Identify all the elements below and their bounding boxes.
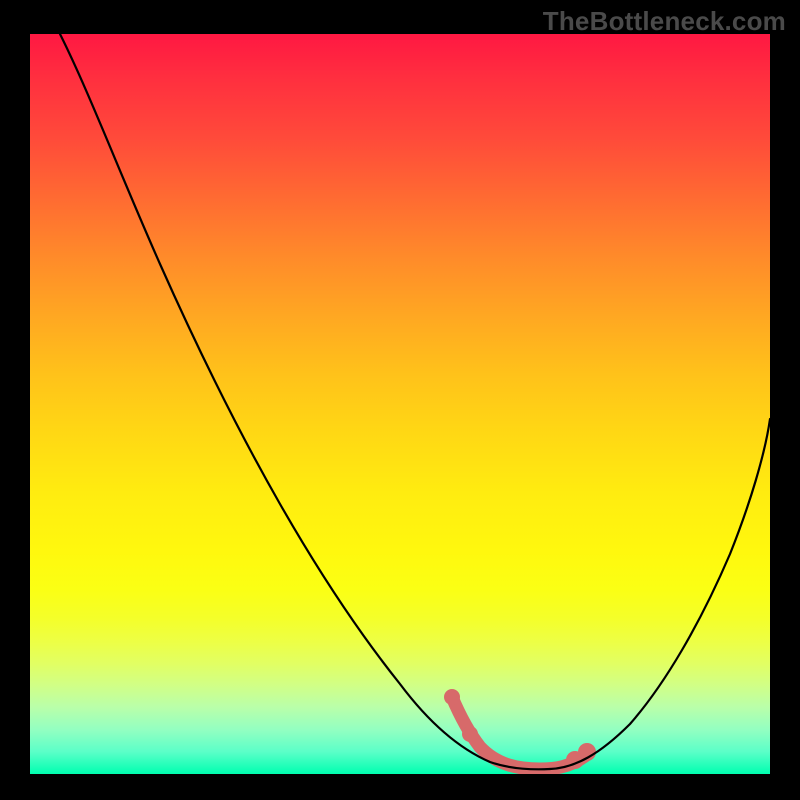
highlight-dot: [578, 743, 596, 761]
chart-stage: TheBottleneck.com: [0, 0, 800, 800]
watermark-text: TheBottleneck.com: [543, 6, 786, 37]
highlight-dot: [462, 726, 478, 742]
highlight-dot: [444, 689, 460, 705]
highlight-dot: [566, 751, 584, 769]
highlight-band: [452, 697, 585, 769]
bottleneck-curve: [30, 34, 770, 774]
curve-right: [550, 419, 770, 769]
curve-left: [60, 34, 550, 769]
plot-area: [30, 34, 770, 774]
